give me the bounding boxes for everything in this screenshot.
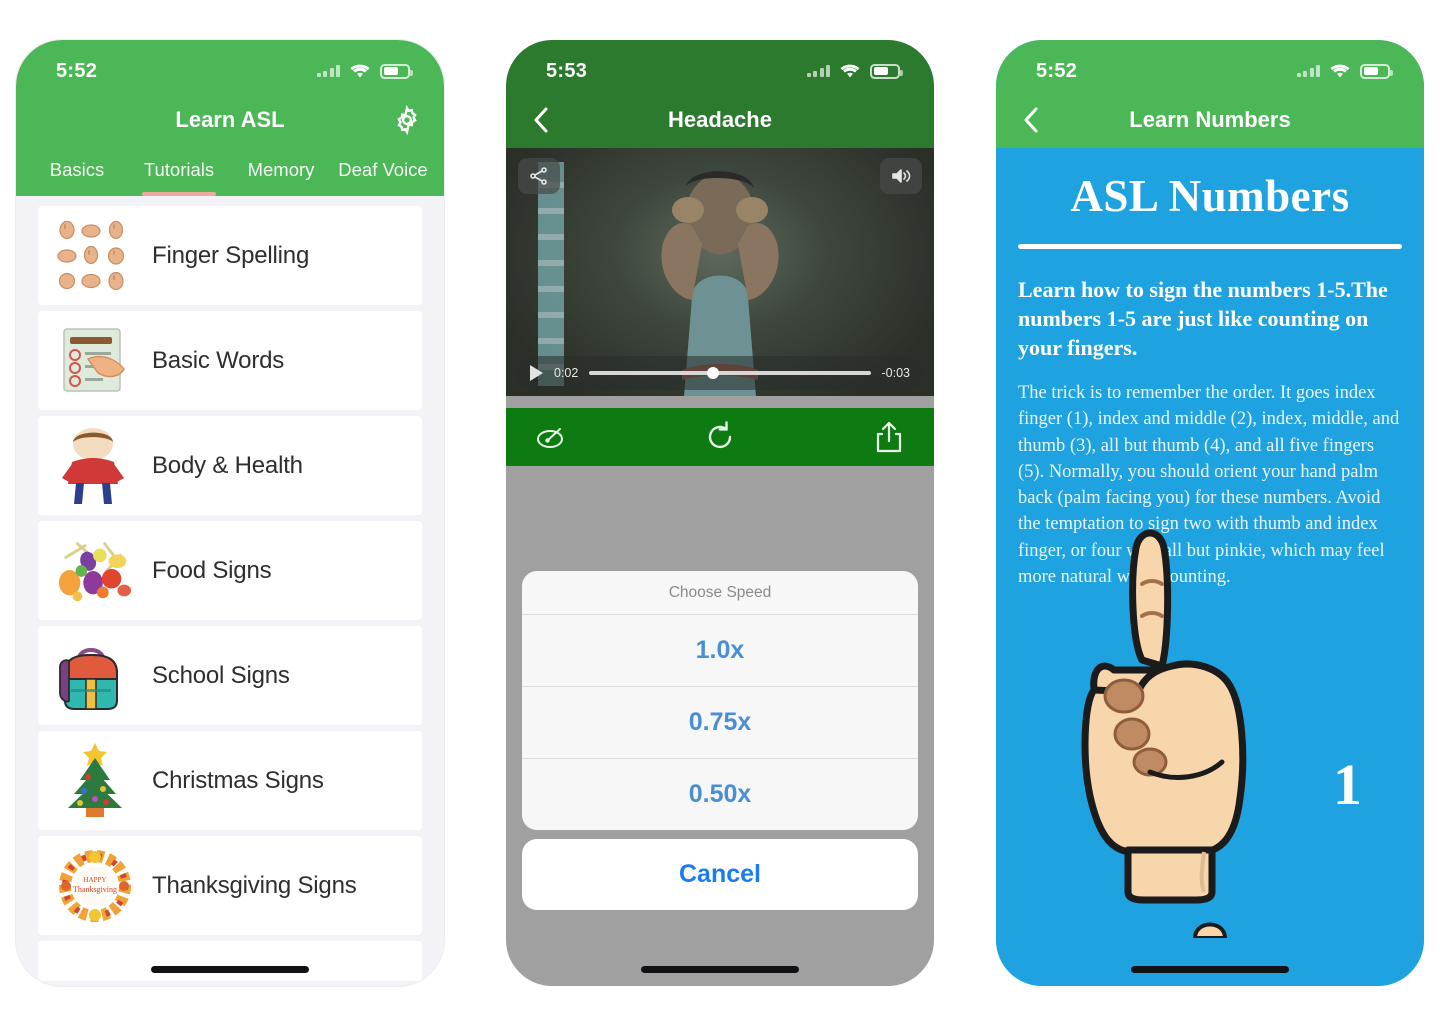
header-learn-numbers: 5:52 Learn Numbers (996, 40, 1424, 148)
person-icon (56, 427, 134, 505)
speed-gauge-icon[interactable] (532, 418, 570, 456)
status-bar: 5:53 (506, 40, 934, 92)
video-controls[interactable]: 0:02 -0:03 (516, 356, 924, 390)
status-bar: 5:52 (996, 40, 1424, 92)
status-indicators (1296, 63, 1393, 79)
battery-icon (870, 63, 903, 79)
choose-speed-action-sheet[interactable]: Choose Speed 1.0x 0.75x 0.50x Cancel (522, 571, 918, 910)
speed-option-050x[interactable]: 0.50x (522, 759, 918, 830)
home-indicator (151, 966, 309, 973)
battery-icon (1360, 63, 1393, 79)
gear-icon[interactable] (392, 105, 422, 135)
thanksgiving-wreath-icon: HAPPY Thanksgiving (56, 847, 134, 925)
speed-option-075x[interactable]: 0.75x (522, 687, 918, 759)
screen-learn-asl: 5:52 Learn ASL Basics Tutorials Memory D… (16, 40, 444, 986)
replay-icon[interactable] (701, 418, 739, 456)
nav-bar: Headache (506, 92, 934, 148)
list-item-basic-words[interactable]: Basic Words (38, 311, 422, 410)
list-item-label: School Signs (152, 661, 290, 689)
list-item-food-signs[interactable]: Food Signs (38, 521, 422, 620)
wifi-icon (839, 63, 861, 79)
list-item-next-partial[interactable] (38, 941, 422, 981)
video-scrubber[interactable] (589, 367, 871, 379)
video-remaining: -0:03 (881, 366, 911, 380)
content-lead: Learn how to sign the numbers 1-5.The nu… (1018, 277, 1388, 361)
chevron-left-icon[interactable] (528, 103, 556, 137)
status-time: 5:53 (546, 59, 588, 82)
action-sheet-title: Choose Speed (522, 571, 918, 615)
status-time: 5:52 (56, 59, 98, 82)
screenshot-gallery: 5:52 Learn ASL Basics Tutorials Memory D… (0, 0, 1440, 1028)
content-heading: ASL Numbers (1070, 171, 1350, 221)
list-item-label: Thanksgiving Signs (152, 871, 357, 899)
list-item-thanksgiving-signs[interactable]: HAPPY Thanksgiving Thanksgiving Signs (38, 836, 422, 935)
list-item-school-signs[interactable]: School Signs (38, 626, 422, 725)
scrubber-knob[interactable] (707, 367, 720, 379)
list-item-finger-spelling[interactable]: Finger Spelling (38, 206, 422, 305)
page-title: Learn ASL (175, 107, 285, 132)
tutorial-list[interactable]: Finger Spelling Basic Words Body & Healt… (16, 196, 444, 986)
status-time: 5:52 (1036, 59, 1078, 82)
divider (1018, 244, 1402, 249)
battery-icon (380, 63, 413, 79)
status-indicators (806, 63, 903, 79)
speed-option-1x[interactable]: 1.0x (522, 615, 918, 687)
checklist-icon (56, 322, 134, 400)
play-icon[interactable] (530, 365, 543, 381)
phone-learn-numbers: 5:52 Learn Numbers ASL Numbers Learn how… (996, 40, 1424, 986)
list-item-label: Food Signs (152, 556, 272, 584)
nav-bar: Learn ASL (16, 92, 444, 148)
list-item-label: Body & Health (152, 451, 303, 479)
number-label: 1 (1333, 752, 1362, 817)
action-sheet-group: Choose Speed 1.0x 0.75x 0.50x (522, 571, 918, 830)
tab-deaf-voice[interactable]: Deaf Voice (332, 148, 434, 196)
home-indicator (641, 966, 799, 973)
page-title: Learn Numbers (1129, 107, 1291, 132)
phone-learn-asl: 5:52 Learn ASL Basics Tutorials Memory D… (16, 40, 444, 986)
nav-bar: Learn Numbers (996, 92, 1424, 148)
share-export-icon[interactable] (870, 418, 908, 456)
svg-text:HAPPY: HAPPY (84, 876, 107, 884)
tab-basics[interactable]: Basics (26, 148, 128, 196)
screen-learn-numbers: 5:52 Learn Numbers ASL Numbers Learn how… (996, 40, 1424, 986)
list-item-christmas-signs[interactable]: Christmas Signs (38, 731, 422, 830)
tab-label: Tutorials (143, 159, 215, 180)
signal-bars-icon (806, 65, 830, 77)
signal-bars-icon (316, 65, 340, 77)
home-indicator (1131, 966, 1289, 973)
video-toolbar[interactable] (506, 408, 934, 466)
wifi-icon (1329, 63, 1351, 79)
wifi-icon (349, 63, 371, 79)
list-item-label: Finger Spelling (152, 241, 310, 269)
christmas-tree-icon (56, 742, 134, 820)
screen-headache: 5:53 Headache 0:02 -0:03 Choose Speed 1.… (506, 40, 934, 986)
tab-bar[interactable]: Basics Tutorials Memory Deaf Voice (16, 148, 444, 196)
hand-peek-icon (1192, 922, 1228, 938)
list-item-label: Christmas Signs (152, 766, 324, 794)
cancel-button[interactable]: Cancel (522, 839, 918, 910)
tab-label: Basics (49, 159, 105, 180)
page-title: Headache (668, 107, 772, 132)
phone-headache-video: 5:53 Headache 0:02 -0:03 Choose Speed 1.… (506, 40, 934, 986)
svg-text:Thanksgiving: Thanksgiving (73, 885, 117, 894)
status-indicators (316, 63, 413, 79)
backpack-icon (56, 637, 134, 715)
hand-signs-icon (56, 217, 134, 295)
header-headache: 5:53 Headache (506, 40, 934, 148)
food-icon (56, 532, 134, 610)
tab-label: Memory (247, 159, 315, 180)
tab-label: Deaf Voice (338, 159, 428, 180)
status-bar: 5:52 (16, 40, 444, 92)
list-item-body-health[interactable]: Body & Health (38, 416, 422, 515)
airplay-share-icon[interactable] (518, 158, 560, 194)
tab-memory[interactable]: Memory (230, 148, 332, 196)
chevron-left-icon[interactable] (1018, 103, 1046, 137)
volume-icon[interactable] (880, 158, 922, 194)
header-learn-asl: 5:52 Learn ASL Basics Tutorials Memory D… (16, 40, 444, 196)
tab-tutorials[interactable]: Tutorials (128, 148, 230, 196)
signal-bars-icon (1296, 65, 1320, 77)
video-player[interactable]: 0:02 -0:03 (506, 148, 934, 396)
list-item-label: Basic Words (152, 346, 285, 374)
video-elapsed: 0:02 (554, 366, 579, 380)
